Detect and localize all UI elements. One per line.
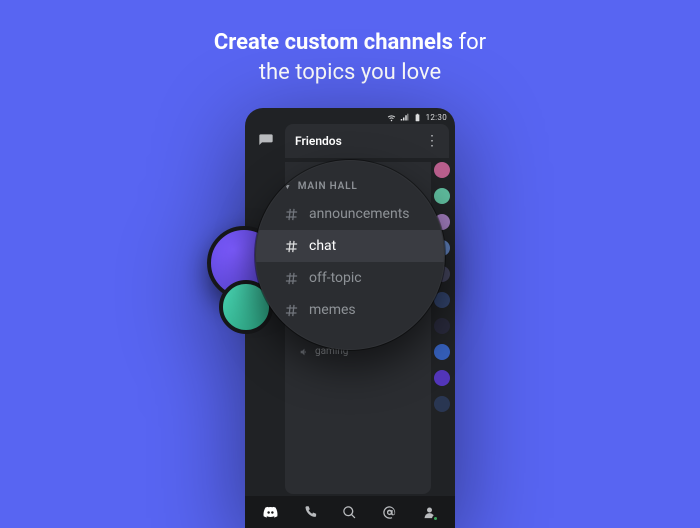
channel-label: memes [309,302,356,318]
server-header[interactable]: Friendos ⋮ [285,124,449,158]
server-dot[interactable] [434,162,450,178]
nav-profile[interactable] [420,503,438,521]
speaker-icon [299,347,309,357]
hash-icon [284,207,299,222]
magnifier-overlay: MAIN HALL announcements chat off-topic m… [255,160,445,350]
nav-calls[interactable] [301,503,319,521]
promo-headline: Create custom channels for the topics yo… [0,0,700,87]
channel-label: announcements [309,206,410,222]
headline-bold: Create custom channels [214,30,453,55]
magnifier-channel-chat[interactable]: chat [256,230,445,262]
server-name: Friendos [295,134,425,148]
server-dot[interactable] [434,370,450,386]
hash-icon [284,271,299,286]
hash-icon [284,303,299,318]
more-icon[interactable]: ⋮ [425,134,439,148]
battery-icon [413,113,422,122]
nav-search[interactable] [341,503,359,521]
dm-icon[interactable] [255,130,277,152]
channel-label: off-topic [309,270,362,286]
signal-icon [400,113,409,122]
magnifier-channel-off-topic[interactable]: off-topic [280,262,444,294]
wifi-icon [387,113,396,122]
hash-icon [284,239,299,254]
server-dot[interactable] [434,318,450,334]
headline-light-2: the topics you love [259,60,441,85]
server-dot[interactable] [434,396,450,412]
status-bar: 12:30 [245,108,455,124]
headline-light-1: for [458,30,486,55]
server-strip [434,162,450,494]
online-indicator [432,515,439,522]
bottom-nav [245,496,455,528]
channel-label: chat [309,238,336,254]
status-time: 12:30 [426,113,447,122]
server-dot[interactable] [434,344,450,360]
nav-mentions[interactable] [381,503,399,521]
magnifier-channel-announcements[interactable]: announcements [280,198,444,230]
nav-discord[interactable] [262,503,280,521]
server-dot[interactable] [434,188,450,204]
